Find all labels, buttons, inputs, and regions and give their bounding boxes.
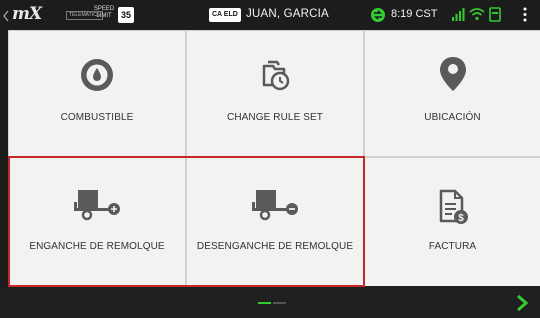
signal-strength-icon: [451, 8, 465, 27]
device-icon: [489, 7, 501, 27]
page-indicator-active[interactable]: [258, 302, 271, 304]
speed-limit-value: 35: [118, 7, 134, 23]
trailer-hook-icon: [74, 190, 120, 221]
tile-label: ENGANCHE DE REMOLQUE: [29, 241, 165, 252]
sync-status-icon[interactable]: [369, 6, 387, 29]
left-edge: [0, 30, 8, 287]
trailer-unhook-icon: [252, 190, 298, 221]
back-chevron-icon[interactable]: [3, 9, 9, 27]
app-logo[interactable]: mX: [12, 4, 42, 24]
tile-label: UBICACIÓN: [424, 112, 481, 123]
tile-change-rule-set[interactable]: CHANGE RULE SET: [187, 31, 363, 156]
tile-label: COMBUSTIBLE: [60, 112, 134, 123]
tile-combustible[interactable]: COMBUSTIBLE: [9, 31, 185, 156]
bottom-bar: [0, 287, 540, 318]
speed-limit-label: SPEED LIMIT: [93, 6, 115, 19]
eld-badge: CA ELD: [209, 8, 241, 22]
fuel-drop-icon: [81, 59, 113, 91]
tile-ubicacion[interactable]: UBICACIÓN: [365, 31, 540, 156]
next-page-chevron-icon[interactable]: [515, 294, 529, 317]
clock-time: 8:19 CST: [391, 8, 438, 20]
page-indicator[interactable]: [273, 302, 286, 304]
tile-enganche-de-remolque[interactable]: ENGANCHE DE REMOLQUE: [9, 158, 185, 286]
svg-text:$: $: [458, 213, 464, 224]
overflow-menu-icon[interactable]: [523, 7, 527, 27]
tile-label: DESENGANCHE DE REMOLQUE: [196, 241, 354, 252]
tile-label: FACTURA: [428, 241, 477, 252]
tile-desenganche-de-remolque[interactable]: DESENGANCHE DE REMOLQUE: [187, 158, 363, 286]
invoice-icon: $: [439, 189, 468, 224]
wifi-icon: [469, 7, 485, 26]
tile-factura[interactable]: $ FACTURA: [365, 158, 540, 286]
action-grid: COMBUSTIBLE CHANGE RULE SET UBICACIÓN EN…: [8, 30, 540, 286]
driver-name[interactable]: JUAN, GARCIA: [246, 8, 329, 20]
location-pin-icon: [439, 57, 466, 91]
rule-set-clock-icon: [262, 60, 290, 91]
tile-label: CHANGE RULE SET: [227, 112, 323, 123]
status-bar: mX TELEMATICS SPEED LIMIT 35 CA ELD JUAN…: [0, 0, 540, 30]
